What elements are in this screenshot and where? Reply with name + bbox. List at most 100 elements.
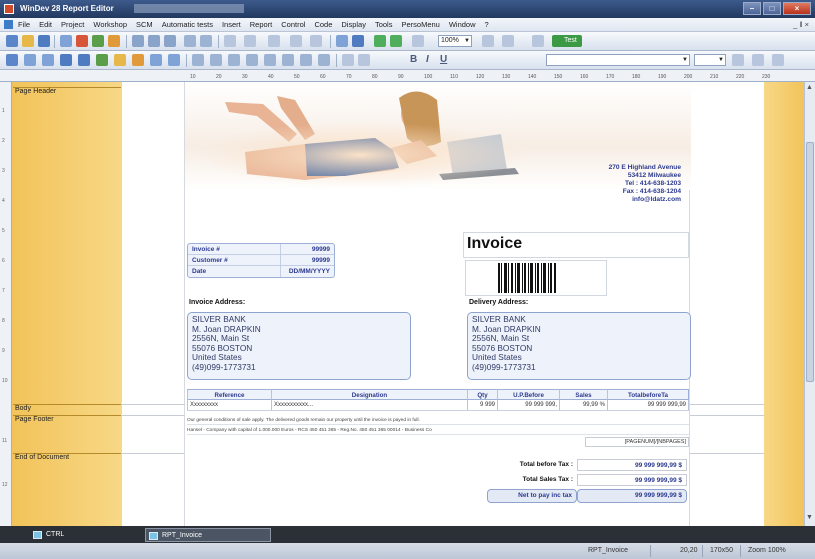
total-sales-tax-row[interactable]: Total Sales Tax : 99 999 999,99 $ [487,474,687,486]
section-page-header[interactable]: Page Header [13,87,121,95]
menu-scm[interactable]: SCM [136,20,153,29]
report-editor[interactable]: 1 2 3 4 5 6 7 8 9 10 11 12 Page Header B… [0,82,815,526]
column-header[interactable]: Sales [559,389,607,400]
maximize-button[interactable]: □ [763,2,781,15]
table-icon[interactable] [60,54,72,66]
debug-icon[interactable] [290,35,302,47]
chart-icon[interactable] [96,54,108,66]
window-icon[interactable] [76,35,88,47]
find-icon[interactable] [224,35,236,47]
query-icon[interactable] [108,35,120,47]
justify-icon[interactable] [318,54,330,66]
options-icon[interactable] [532,35,544,47]
print-icon[interactable] [502,35,514,47]
item-icon[interactable] [42,54,54,66]
copy-icon[interactable] [148,35,160,47]
align-icon[interactable] [374,35,386,47]
net-to-pay-row[interactable]: Net to pay inc tax 99 999 999,99 $ [487,489,687,503]
font-name-combo[interactable]: ▼ [546,54,690,66]
open-icon[interactable] [22,35,34,47]
invoice-address-label[interactable]: Invoice Address: [189,299,245,306]
group-icon[interactable] [390,35,402,47]
column-header[interactable]: U.P.Before [497,389,559,400]
invoice-info-table[interactable]: Invoice # 99999 Customer # 99999 Date DD/MM… [187,243,335,278]
mdi-window-controls[interactable]: _ ‖ × [793,20,809,29]
align-left-icon[interactable] [264,54,276,66]
section-page-footer[interactable]: Page Footer [13,415,121,423]
menu-workshop[interactable]: Workshop [93,20,127,29]
replace-icon[interactable] [244,35,256,47]
select-icon[interactable] [6,54,18,66]
image-icon[interactable] [78,54,90,66]
rtf-icon[interactable] [132,54,144,66]
delivery-address-box[interactable]: SILVER BANK M. Joan DRAPKIN 2556N, Main … [467,312,691,380]
shape-icon[interactable] [168,54,180,66]
tab-order-icon[interactable] [412,35,424,47]
italic-button[interactable]: I [426,54,429,65]
panel-tab-report[interactable]: RPT_Invoice [145,528,271,542]
invoice-title[interactable]: Invoice [467,235,522,253]
delivery-address-label[interactable]: Delivery Address: [469,299,528,306]
menu-edit[interactable]: Edit [39,20,52,29]
compile-icon[interactable] [268,35,280,47]
menu-tools[interactable]: Tools [375,20,393,29]
column-header[interactable]: Designation [271,389,467,400]
grid-icon[interactable] [336,35,348,47]
panel-tab-ctrl[interactable]: CTRL [30,528,90,542]
section-end-of-document[interactable]: End of Document [13,453,121,461]
table-row[interactable]: Xxxxxxxxx Xxxxxxxxxxx... 9 999 99 999 99… [187,400,689,411]
menu-window[interactable]: Window [449,20,476,29]
column-header[interactable]: TotalbeforeTa [607,389,689,400]
preview-icon[interactable] [482,35,494,47]
align-center-icon[interactable] [282,54,294,66]
shrink-font-icon[interactable] [752,54,764,66]
cut-icon[interactable] [132,35,144,47]
report-icon[interactable] [92,35,104,47]
menu-display[interactable]: Display [341,20,366,29]
column-header[interactable]: Qty [467,389,497,400]
fill-icon[interactable] [210,54,222,66]
page-number[interactable]: [PAGENUM]/[NBPAGES] [585,437,689,447]
test-button[interactable]: Test [552,35,582,47]
barcode-control[interactable] [498,263,556,293]
static-icon[interactable] [24,54,36,66]
menu-help[interactable]: ? [485,20,489,29]
total-before-tax-row[interactable]: Total before Tax : 99 999 999,99 $ [487,459,687,471]
menu-code[interactable]: Code [314,20,332,29]
menu-file[interactable]: File [18,20,30,29]
magnet-icon[interactable] [352,35,364,47]
font-color-icon[interactable] [228,54,240,66]
menu-persomenu[interactable]: PersoMenu [401,20,439,29]
bold-button[interactable]: B [410,54,417,65]
section-body[interactable]: Body [13,404,121,412]
conditions-text[interactable]: Our general conditions of sale apply. Th… [187,416,689,425]
style-icon[interactable] [246,54,258,66]
scrollbar-thumb[interactable] [806,142,814,382]
redo-icon[interactable] [200,35,212,47]
grow-font-icon[interactable] [732,54,744,66]
new-icon[interactable] [6,35,18,47]
anchor-icon[interactable] [342,54,354,66]
underline-button[interactable]: U [440,54,447,65]
invoice-address-box[interactable]: SILVER BANK M. Joan DRAPKIN 2556N, Main … [187,312,411,380]
zoom-combo[interactable]: 100% ▼ [438,35,472,47]
undo-icon[interactable] [184,35,196,47]
barcode-icon[interactable] [114,54,126,66]
breakpoint-icon[interactable] [310,35,322,47]
vertical-scrollbar[interactable]: ▲ ▼ [804,82,815,526]
paste-icon[interactable] [164,35,176,47]
menu-automatic-tests[interactable]: Automatic tests [162,20,213,29]
menu-insert[interactable]: Insert [222,20,241,29]
minimize-button[interactable]: – [743,2,761,15]
company-address[interactable]: 270 E Highland Avenue 53412 Milwaukee Te… [535,164,681,204]
font-size-combo[interactable]: ▼ [694,54,726,66]
close-button[interactable]: × [783,2,811,15]
project-icon[interactable] [60,35,72,47]
column-header[interactable]: Reference [187,389,271,400]
border-icon[interactable] [192,54,204,66]
menu-control[interactable]: Control [281,20,305,29]
scroll-up-icon[interactable]: ▲ [806,84,813,91]
menu-report[interactable]: Report [250,20,273,29]
save-icon[interactable] [38,35,50,47]
line-icon[interactable] [150,54,162,66]
